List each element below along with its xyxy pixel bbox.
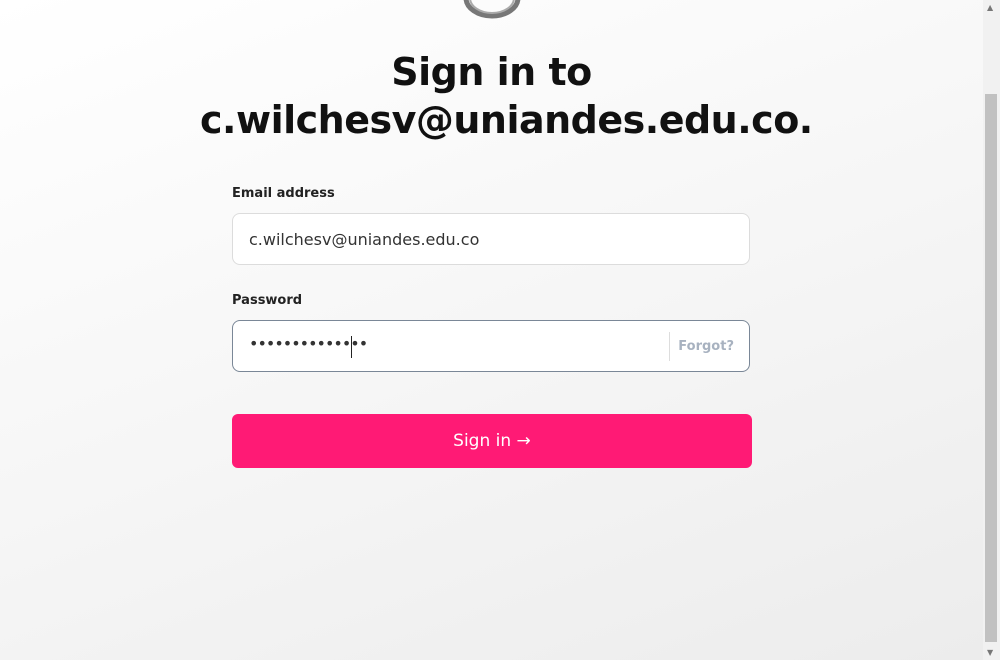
email-field[interactable]: c.wilchesv@uniandes.edu.co xyxy=(232,213,750,265)
divider xyxy=(669,332,670,361)
email-value: c.wilchesv@uniandes.edu.co xyxy=(249,230,480,249)
password-label: Password xyxy=(232,293,303,308)
password-value: •••••••••••••• xyxy=(249,334,368,353)
page-title: Sign in to c.wilchesv@uniandes.edu.co. xyxy=(200,48,813,144)
email-label: Email address xyxy=(232,186,335,201)
scroll-down-icon[interactable]: ▼ xyxy=(987,648,993,657)
forgot-password-link[interactable]: Forgot? xyxy=(678,339,734,354)
logo-icon xyxy=(463,0,521,19)
scroll-up-icon[interactable]: ▲ xyxy=(987,3,993,12)
text-caret xyxy=(351,336,352,358)
title-line-1: Sign in to xyxy=(391,50,592,94)
sign-in-button[interactable]: Sign in → xyxy=(232,414,752,468)
password-field[interactable]: •••••••••••••• Forgot? xyxy=(232,320,750,372)
scrollbar[interactable]: ▲ ▼ xyxy=(983,0,1000,660)
scrollbar-thumb[interactable] xyxy=(985,94,997,642)
title-line-2: c.wilchesv@uniandes.edu.co. xyxy=(200,98,813,142)
